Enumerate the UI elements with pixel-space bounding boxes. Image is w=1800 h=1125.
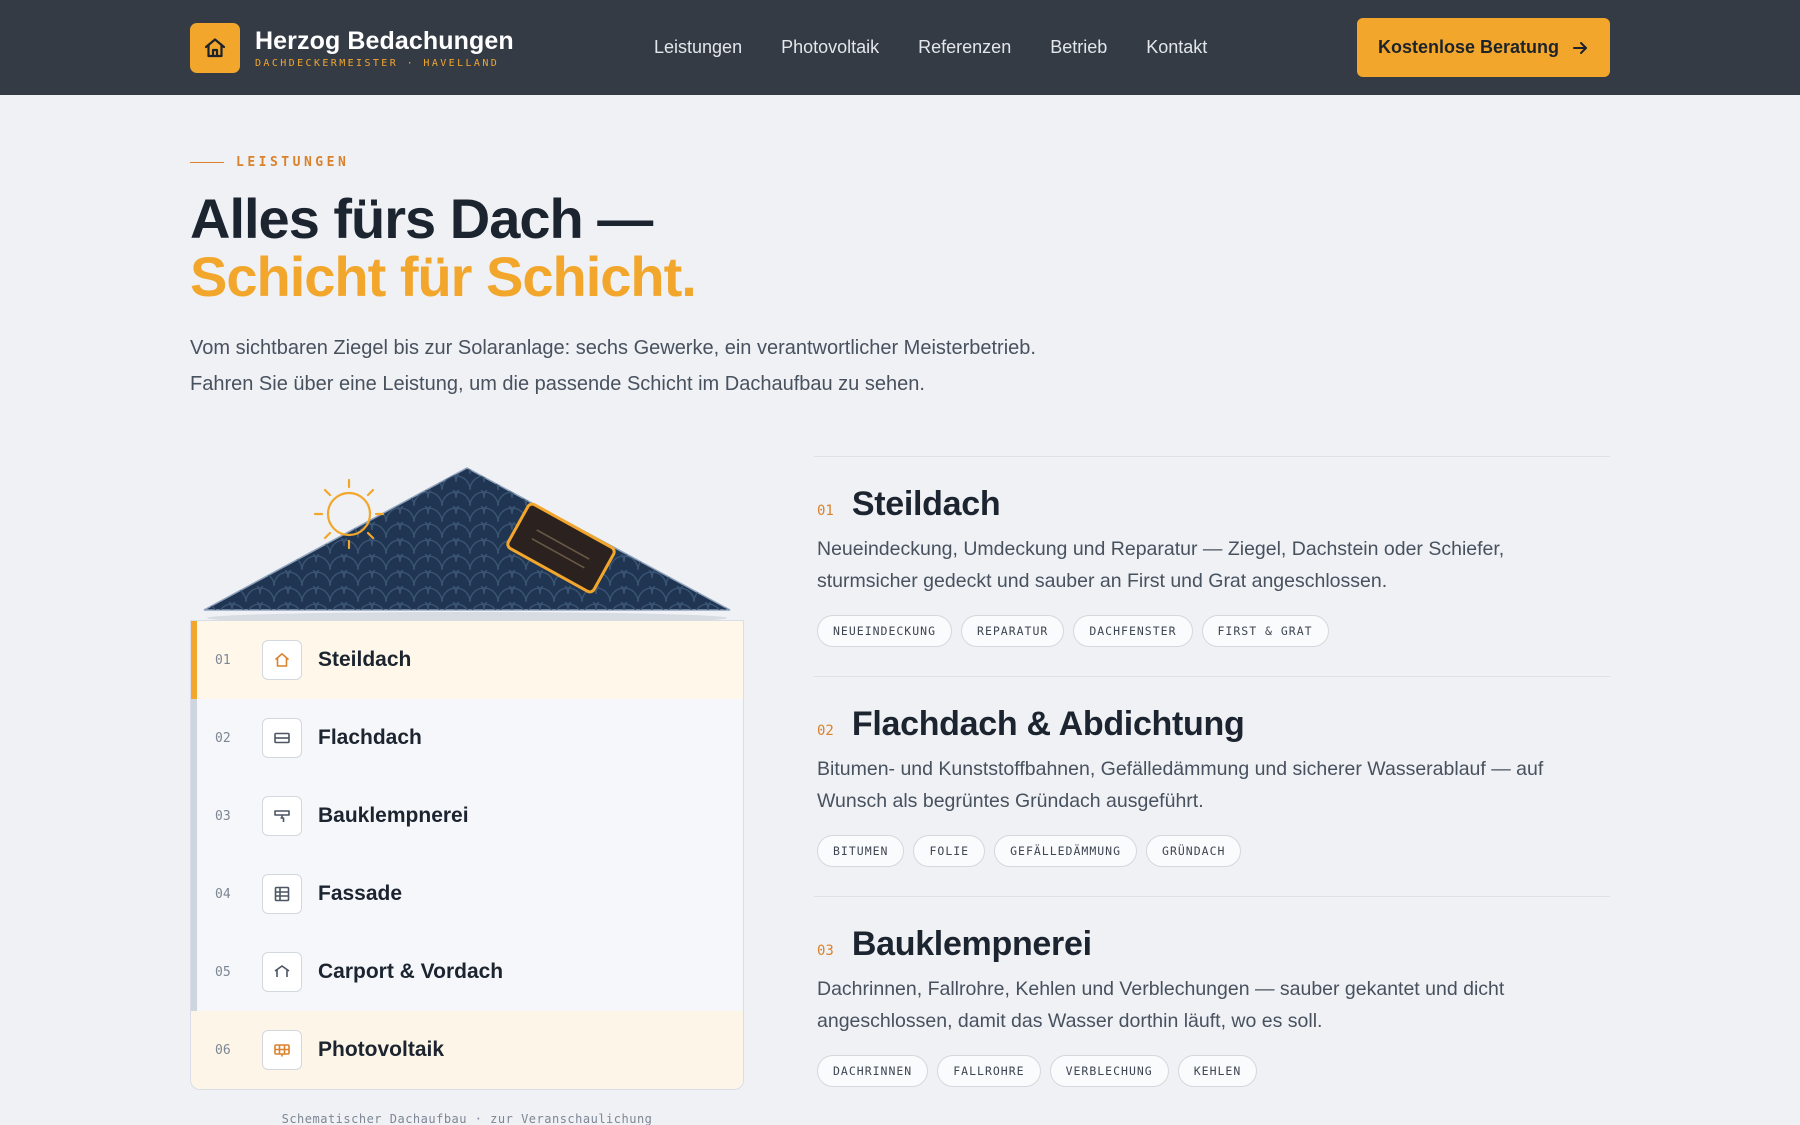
nav-link-photovoltaik[interactable]: Photovoltaik [781, 36, 879, 58]
carport-icon [262, 952, 302, 992]
page-title: Alles fürs Dach — Schicht für Schicht. [190, 187, 697, 308]
layer-label: Fassade [318, 882, 403, 905]
service-description: Bitumen- und Kunststoffbahnen, Gefälledä… [817, 758, 1544, 812]
arrow-right-icon [1571, 39, 1589, 57]
tag: REPARATUR [961, 615, 1065, 647]
tag: KEHLEN [1177, 1055, 1258, 1087]
gutter-icon [262, 796, 302, 836]
layer-number: 02 [215, 730, 231, 746]
nav-link-betrieb[interactable]: Betrieb [1050, 36, 1107, 58]
intro-line-2: Fahren Sie über eine Leistung, um die pa… [190, 373, 925, 395]
layer-item-steildach[interactable]: 01 Steildach [191, 621, 743, 699]
free-consultation-button[interactable]: Kostenlose Beratung [1357, 18, 1610, 77]
facade-grid-icon [262, 874, 302, 914]
tag: GEFÄLLEDÄMMUNG [994, 835, 1138, 867]
nav-link-referenzen[interactable]: Referenzen [918, 36, 1011, 58]
tag: BITUMEN [817, 835, 905, 867]
layer-label: Steildach [318, 648, 412, 671]
layer-item-bauklempnerei[interactable]: 03 Bauklempnerei [191, 777, 743, 855]
layer-label: Bauklempnerei [318, 804, 469, 827]
service-steildach: 01 Steildach Neueindeckung, Umdeckung un… [814, 456, 1610, 676]
intro-text: Vom sichtbaren Ziegel bis zur Solaranlag… [190, 330, 1110, 402]
service-bauklempnerei: 03 Bauklempnerei Dachrinnen, Fallrohre, … [814, 896, 1610, 1116]
solar-panel-icon [262, 1030, 302, 1070]
tag: FOLIE [913, 835, 986, 867]
tag: NEUEINDECKUNG [817, 615, 953, 647]
service-number: 01 [817, 503, 834, 519]
layer-number: 05 [215, 964, 231, 980]
layer-item-photovoltaik[interactable]: 06 Photovoltaik [191, 1011, 743, 1089]
main-nav: Leistungen Photovoltaik Referenzen Betri… [654, 36, 1246, 58]
service-tags: BITUMEN FOLIE GEFÄLLEDÄMMUNG GRÜNDACH [817, 835, 1250, 867]
service-title: Bauklempnerei [851, 925, 1092, 963]
service-tags: NEUEINDECKUNG REPARATUR DACHFENSTER FIRS… [817, 615, 1338, 647]
roof-layer-list: 01 Steildach 02 Flachdach 03 Bauklempner… [190, 620, 744, 1090]
tag: FALLROHRE [937, 1055, 1041, 1087]
layer-number: 04 [215, 886, 231, 902]
cta-label: Kostenlose Beratung [1377, 37, 1560, 57]
tag: FIRST & GRAT [1201, 615, 1329, 647]
tag: DACHFENSTER [1073, 615, 1193, 647]
service-flachdach-abdichtung: 02 Flachdach & Abdichtung Bitumen- und K… [814, 676, 1610, 896]
tag: DACHRINNEN [817, 1055, 929, 1087]
house-icon [262, 640, 302, 680]
house-logo-icon [190, 23, 240, 73]
brand-tagline: DACHDECKERMEISTER · HAVELLAND [255, 58, 500, 69]
service-tags: DACHRINNEN FALLROHRE VERBLECHUNG KEHLEN [817, 1055, 1266, 1087]
service-description: Neueindeckung, Umdeckung und Reparatur —… [817, 538, 1505, 592]
layer-item-fassade[interactable]: 04 Fassade [191, 855, 743, 933]
service-title: Flachdach & Abdichtung [851, 705, 1245, 743]
section-eyebrow: LEISTUNGEN [190, 155, 349, 170]
service-title: Steildach [851, 485, 1001, 523]
layer-label: Photovoltaik [318, 1038, 445, 1061]
brand-name: Herzog Bedachungen [255, 27, 514, 55]
flat-roof-icon [262, 718, 302, 758]
eyebrow-label: LEISTUNGEN [236, 155, 350, 170]
layer-number: 06 [215, 1042, 231, 1058]
layer-number: 03 [215, 808, 231, 824]
layer-number: 01 [215, 652, 231, 668]
service-number: 03 [817, 943, 834, 959]
service-number: 02 [817, 723, 834, 739]
nav-link-kontakt[interactable]: Kontakt [1146, 36, 1207, 58]
intro-line-1: Vom sichtbaren Ziegel bis zur Solaranlag… [190, 337, 1036, 359]
tag: VERBLECHUNG [1049, 1055, 1169, 1087]
top-navigation-bar: Herzog Bedachungen DACHDECKERMEISTER · H… [0, 0, 1800, 95]
layer-item-carport-vordach[interactable]: 05 Carport & Vordach [191, 933, 743, 1011]
service-description: Dachrinnen, Fallrohre, Kehlen und Verble… [817, 978, 1505, 1032]
nav-link-leistungen[interactable]: Leistungen [654, 36, 742, 58]
layer-item-flachdach[interactable]: 02 Flachdach [191, 699, 743, 777]
tag: GRÜNDACH [1146, 835, 1242, 867]
illustration-caption: Schematischer Dachaufbau · zur Veranscha… [281, 1112, 653, 1125]
title-line-2: Schicht für Schicht. [190, 245, 697, 308]
layer-label: Carport & Vordach [318, 960, 504, 983]
layer-label: Flachdach [318, 726, 422, 749]
roof-illustration [190, 458, 744, 624]
brand-link[interactable]: Herzog Bedachungen DACHDECKERMEISTER · H… [190, 23, 514, 73]
title-line-1: Alles fürs Dach — [190, 187, 653, 250]
